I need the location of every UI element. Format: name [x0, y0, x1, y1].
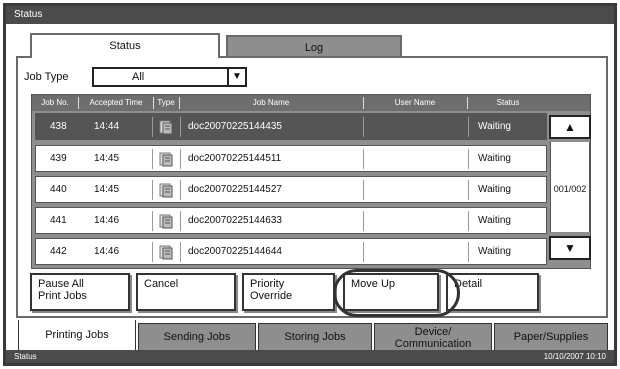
row-divider	[180, 180, 181, 200]
cancel-button[interactable]: Cancel	[136, 273, 236, 311]
col-status: Status	[496, 98, 520, 107]
table-row[interactable]: 441 14:46 doc20070225144633 Waiting	[35, 207, 547, 234]
job-no: 438	[50, 121, 67, 132]
tab-device-communication[interactable]: Device/ Communication	[374, 323, 492, 351]
chevron-down-icon: ▼	[227, 69, 245, 85]
tab-log[interactable]: Log	[226, 35, 402, 57]
row-divider	[468, 242, 469, 262]
accepted-time: 14:45	[94, 153, 120, 164]
job-no: 441	[50, 215, 67, 226]
priority-label: Priority	[250, 278, 285, 290]
accepted-time: 14:45	[94, 184, 120, 195]
row-divider	[363, 117, 364, 137]
document-icon	[159, 245, 173, 260]
row-divider	[180, 149, 181, 169]
job-name: doc20070225144435	[188, 121, 282, 132]
row-divider	[152, 117, 153, 137]
job-table: Job No. Accepted Time Type Job Name User…	[31, 94, 591, 269]
job-no: 439	[50, 153, 67, 164]
arrow-up-icon: ▲	[564, 120, 576, 134]
tab-printing-jobs[interactable]: Printing Jobs	[18, 320, 136, 351]
accepted-time: 14:46	[94, 246, 120, 257]
job-no: 440	[50, 184, 67, 195]
row-divider	[180, 211, 181, 231]
accepted-time: 14:44	[94, 121, 120, 132]
job-name: doc20070225144527	[188, 184, 282, 195]
job-name: doc20070225144511	[188, 153, 282, 164]
tab-storing-jobs[interactable]: Storing Jobs	[258, 323, 372, 351]
arrow-down-icon: ▼	[564, 241, 576, 255]
device-label: Device/	[414, 326, 452, 338]
job-status: Waiting	[478, 153, 511, 164]
status-screen: Status Status Log Job Type All ▼ Job No.…	[3, 3, 617, 366]
pause-all-print-jobs-button[interactable]: Pause All Print Jobs	[30, 273, 130, 311]
job-status: Waiting	[478, 246, 511, 257]
document-icon	[159, 152, 173, 167]
tab-paper-supplies[interactable]: Paper/Supplies	[494, 323, 608, 351]
row-divider	[468, 149, 469, 169]
highlight-ring	[333, 269, 460, 317]
job-type-value: All	[132, 71, 145, 83]
row-divider	[152, 242, 153, 262]
header-divider	[78, 97, 79, 109]
row-divider	[180, 117, 181, 137]
job-status: Waiting	[478, 121, 511, 132]
col-user-name: User Name	[394, 98, 436, 107]
table-row[interactable]: 440 14:45 doc20070225144527 Waiting	[35, 176, 547, 203]
status-datetime: 10/10/2007 10:10	[543, 352, 606, 361]
document-icon	[159, 183, 173, 198]
row-divider	[363, 180, 364, 200]
document-icon	[159, 214, 173, 229]
col-job-no: Job No.	[41, 98, 69, 107]
scroll-down-button[interactable]: ▼	[549, 236, 591, 260]
row-divider	[468, 180, 469, 200]
cancel-label: Cancel	[144, 278, 179, 290]
job-status: Waiting	[478, 215, 511, 226]
status-bar: Status 10/10/2007 10:10	[6, 350, 614, 363]
accepted-time: 14:46	[94, 215, 120, 226]
row-divider	[180, 242, 181, 262]
row-divider	[152, 211, 153, 231]
col-type: Type	[157, 98, 175, 107]
job-name: doc20070225144644	[188, 246, 282, 257]
job-type-label: Job Type	[24, 71, 69, 83]
window-title: Status	[6, 6, 614, 24]
status-bar-label: Status	[14, 352, 37, 361]
tab-status[interactable]: Status	[30, 33, 220, 58]
row-divider	[363, 149, 364, 169]
row-divider	[363, 211, 364, 231]
row-divider	[152, 149, 153, 169]
job-status: Waiting	[478, 184, 511, 195]
table-row[interactable]: 438 14:44 doc20070225144435 Waiting	[35, 113, 547, 140]
table-row[interactable]: 439 14:45 doc20070225144511 Waiting	[35, 145, 547, 172]
priority-override-button[interactable]: Priority Override	[242, 273, 335, 311]
job-name: doc20070225144633	[188, 215, 282, 226]
row-divider	[152, 180, 153, 200]
table-header: Job No. Accepted Time Type Job Name User…	[32, 95, 590, 111]
table-row[interactable]: 442 14:46 doc20070225144644 Waiting	[35, 238, 547, 265]
col-job-name: Job Name	[252, 98, 290, 107]
print-jobs-label: Print Jobs	[38, 290, 87, 302]
row-divider	[468, 117, 469, 137]
tab-sending-jobs[interactable]: Sending Jobs	[138, 323, 256, 351]
pause-all-label: Pause All	[38, 278, 84, 290]
document-icon	[159, 120, 173, 135]
job-type-select[interactable]: All ▼	[92, 67, 247, 87]
page-indicator: 001/002	[550, 142, 590, 232]
col-accepted-time: Accepted Time	[89, 98, 143, 107]
override-label: Override	[250, 290, 293, 302]
communication-label: Communication	[394, 338, 472, 350]
row-divider	[363, 242, 364, 262]
row-divider	[468, 211, 469, 231]
scroll-up-button[interactable]: ▲	[549, 115, 591, 139]
job-no: 442	[50, 246, 67, 257]
